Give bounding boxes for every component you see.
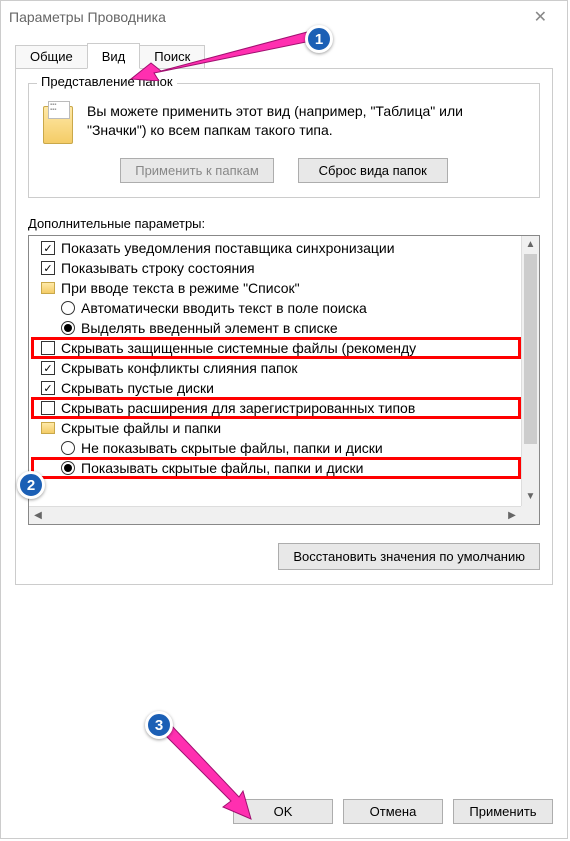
annotation-badge-3: 3 xyxy=(145,711,173,739)
annotation-badge-2: 2 xyxy=(17,471,45,499)
scroll-left-icon[interactable]: ◀ xyxy=(29,507,47,525)
checkbox[interactable]: ✓ xyxy=(41,381,55,395)
tree-item-8[interactable]: Скрывать расширения для зарегистрированн… xyxy=(33,398,517,418)
tree-item-label: Скрывать расширения для зарегистрированн… xyxy=(61,400,415,416)
tab-panel: Представление папок ▪▪▪▪▪▪ Вы можете при… xyxy=(15,68,553,585)
tree-item-label: Скрывать конфликты слияния папок xyxy=(61,360,298,376)
folder-icon: ▪▪▪▪▪▪ xyxy=(43,106,73,144)
vertical-scrollbar[interactable]: ▲ ▼ xyxy=(521,236,539,506)
tree-item-label: Не показывать скрытые файлы, папки и дис… xyxy=(81,440,383,456)
apply-button[interactable]: Применить xyxy=(453,799,553,824)
checkbox[interactable]: ✓ xyxy=(41,241,55,255)
folder-views-description: Вы можете применить этот вид (например, … xyxy=(87,102,525,140)
checkbox[interactable] xyxy=(41,341,55,355)
tree-item-9[interactable]: Скрытые файлы и папки xyxy=(33,418,517,438)
apply-to-folders-button[interactable]: Применить к папкам xyxy=(120,158,274,183)
tab-view[interactable]: Вид xyxy=(87,43,141,69)
tree-item-5[interactable]: Скрывать защищенные системные файлы (рек… xyxy=(33,338,517,358)
tree-item-label: Показать уведомления поставщика синхрони… xyxy=(61,240,395,256)
tree-item-label: Автоматически вводить текст в поле поиск… xyxy=(81,300,367,316)
tree-item-11[interactable]: Показывать скрытые файлы, папки и диски xyxy=(33,458,517,478)
tab-strip: Общие Вид Поиск xyxy=(15,43,553,69)
tree-item-0[interactable]: ✓ Показать уведомления поставщика синхрон… xyxy=(33,238,517,258)
tree-item-label: Скрывать защищенные системные файлы (рек… xyxy=(61,340,416,356)
advanced-label: Дополнительные параметры: xyxy=(28,216,540,231)
tree-item-label: Скрытые файлы и папки xyxy=(61,420,221,436)
tree-item-2[interactable]: При вводе текста в режиме "Список" xyxy=(33,278,517,298)
scroll-thumb[interactable] xyxy=(524,254,537,444)
checkbox[interactable]: ✓ xyxy=(41,361,55,375)
folder-icon xyxy=(41,422,55,434)
scroll-down-icon[interactable]: ▼ xyxy=(522,488,539,506)
ok-button[interactable]: OK xyxy=(233,799,333,824)
tree-item-4[interactable]: Выделять введенный элемент в списке xyxy=(33,318,517,338)
tree-item-7[interactable]: ✓ Скрывать пустые диски xyxy=(33,378,517,398)
radio[interactable] xyxy=(61,441,75,455)
scroll-right-icon[interactable]: ▶ xyxy=(503,507,521,525)
content-area: Общие Вид Поиск Представление папок ▪▪▪▪… xyxy=(1,33,567,599)
dialog-window: Параметры Проводника ✕ Общие Вид Поиск П… xyxy=(0,0,568,839)
tree-item-6[interactable]: ✓ Скрывать конфликты слияния папок xyxy=(33,358,517,378)
window-title: Параметры Проводника xyxy=(9,9,522,25)
restore-defaults-button[interactable]: Восстановить значения по умолчанию xyxy=(278,543,540,570)
tree-item-label: Скрывать пустые диски xyxy=(61,380,214,396)
horizontal-scrollbar[interactable]: ◀ ▶ xyxy=(29,506,521,524)
tree-item-label: Выделять введенный элемент в списке xyxy=(81,320,338,336)
radio[interactable] xyxy=(61,301,75,315)
dialog-buttons: OK Отмена Применить xyxy=(233,799,553,824)
radio[interactable] xyxy=(61,321,75,335)
advanced-settings-tree[interactable]: ✓ Показать уведомления поставщика синхрон… xyxy=(28,235,540,525)
close-icon[interactable]: ✕ xyxy=(522,3,559,31)
reset-folders-button[interactable]: Сброс вида папок xyxy=(298,158,448,183)
tree-item-label: При вводе текста в режиме "Список" xyxy=(61,280,300,296)
checkbox[interactable] xyxy=(41,401,55,415)
scroll-up-icon[interactable]: ▲ xyxy=(522,236,539,254)
folder-views-legend: Представление папок xyxy=(37,74,177,89)
cancel-button[interactable]: Отмена xyxy=(343,799,443,824)
tree-item-1[interactable]: ✓ Показывать строку состояния xyxy=(33,258,517,278)
radio[interactable] xyxy=(61,461,75,475)
scroll-corner xyxy=(521,506,539,524)
tree-item-10[interactable]: Не показывать скрытые файлы, папки и дис… xyxy=(33,438,517,458)
tree-item-label: Показывать строку состояния xyxy=(61,260,255,276)
folder-icon xyxy=(41,282,55,294)
tree-item-3[interactable]: Автоматически вводить текст в поле поиск… xyxy=(33,298,517,318)
folder-views-group: Представление папок ▪▪▪▪▪▪ Вы можете при… xyxy=(28,83,540,198)
titlebar: Параметры Проводника ✕ xyxy=(1,1,567,33)
tree-item-label: Показывать скрытые файлы, папки и диски xyxy=(81,460,363,476)
annotation-badge-1: 1 xyxy=(305,25,333,53)
checkbox[interactable]: ✓ xyxy=(41,261,55,275)
